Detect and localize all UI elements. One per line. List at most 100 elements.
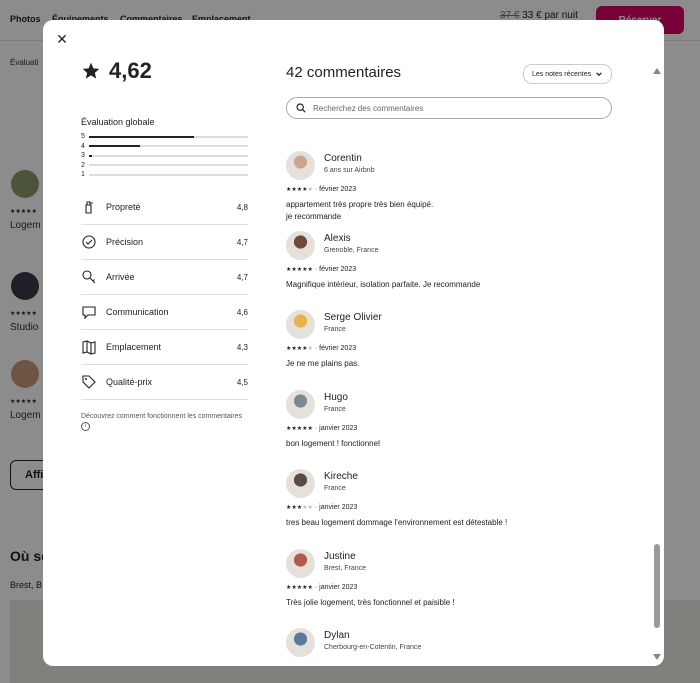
- rating-bar-label: 1: [81, 171, 85, 179]
- review-text: Très jolie logement, très fonctionnel et…: [286, 597, 455, 607]
- chevron-down-icon: [596, 72, 603, 77]
- review-text: bon logement ! fonctionnel: [286, 438, 380, 448]
- scroll-down-icon[interactable]: [653, 654, 661, 660]
- reviewer-location: Grenoble, France: [324, 246, 379, 254]
- rating-bar: [89, 173, 248, 176]
- review-text: appartement très propre très bien équipé…: [286, 200, 434, 221]
- map-icon: [81, 339, 97, 355]
- reviewer-name: Kireche: [324, 471, 358, 482]
- reviewer-name: Hugo: [324, 391, 348, 403]
- category-value: 4,7: [236, 237, 248, 247]
- star-icon: [82, 62, 100, 79]
- reviewer-location: Cherbourg-en-Cotentin, France: [324, 644, 422, 651]
- category-value: 4,8: [236, 202, 248, 212]
- review-item: Dylan Cherbourg-en-Cotentin, France: [286, 625, 616, 666]
- review-count: 42 commentaires: [286, 64, 402, 81]
- rating-bar-label: 3: [81, 152, 85, 160]
- sort-label: Les notes récentes: [532, 70, 592, 78]
- reviewer-location: France: [324, 405, 346, 413]
- sort-dropdown[interactable]: Les notes récentes: [523, 64, 613, 84]
- category-rating-row: Propreté 4,8: [81, 190, 248, 225]
- review-list: Corentin 6 ans sur Airbnb ★★★★★ · févrie…: [286, 148, 616, 666]
- spray-bottle-icon: [81, 199, 97, 215]
- avatar[interactable]: [286, 389, 315, 419]
- rating-bar-label: 5: [81, 133, 85, 141]
- rating-distribution: 5 4 3 2 1: [81, 132, 248, 180]
- rating-bar-label: 4: [81, 142, 85, 150]
- search-input[interactable]: [311, 102, 611, 114]
- search-bar[interactable]: [286, 97, 612, 119]
- review-item: Serge Olivier France ★★★★★ · février 202…: [286, 307, 616, 387]
- reviewer-name: Serge Olivier: [324, 312, 382, 323]
- overall-rating: 4,62: [81, 58, 152, 84]
- rating-value: 4,62: [109, 58, 152, 83]
- rating-bar-row: 3: [81, 151, 248, 161]
- reviewer-name: Justine: [324, 550, 356, 562]
- category-label: Emplacement: [106, 342, 162, 352]
- review-stars: ★★★★★: [286, 505, 313, 511]
- close-icon[interactable]: ✕: [54, 31, 70, 47]
- category-label: Précision: [106, 237, 144, 247]
- avatar[interactable]: [286, 230, 315, 260]
- review-date: février 2023: [319, 186, 357, 193]
- rating-bar-row: 4: [81, 142, 248, 152]
- rating-bar-fill: [89, 135, 194, 138]
- review-item: Corentin 6 ans sur Airbnb ★★★★★ · févrie…: [286, 148, 616, 228]
- review-stars: ★★★★★: [286, 584, 313, 591]
- howto-link[interactable]: Découvrez comment fonctionnent les comme…: [81, 412, 251, 432]
- check-circle-icon: [81, 234, 97, 250]
- review-meta: ★★★★★ · janvier 2023: [286, 583, 358, 591]
- review-date: février 2023: [319, 265, 357, 273]
- category-value: 4,6: [236, 307, 248, 317]
- review-meta: ★★★★★ · janvier 2023: [286, 504, 358, 511]
- avatar[interactable]: [286, 548, 315, 578]
- category-value: 4,5: [236, 377, 248, 387]
- reviewer-name: Corentin: [324, 153, 362, 164]
- review-item: Alexis Grenoble, France ★★★★★ · février …: [286, 228, 616, 308]
- category-value: 4,7: [236, 272, 248, 282]
- review-stars: ★★★★★: [286, 187, 313, 193]
- rating-bar-row: 5: [81, 132, 248, 142]
- rating-bar-label: 2: [81, 161, 85, 169]
- review-stars: ★★★★★: [286, 266, 313, 273]
- avatar[interactable]: [286, 310, 315, 339]
- category-label: Communication: [106, 307, 169, 317]
- scrollbar[interactable]: [653, 68, 661, 660]
- review-item: Justine Brest, France ★★★★★ · janvier 20…: [286, 546, 616, 626]
- reviewer-location: 6 ans sur Airbnb: [324, 167, 375, 174]
- review-stars: ★★★★★: [286, 346, 313, 352]
- review-text: Magnifique intérieur, isolation parfaite…: [286, 279, 481, 289]
- category-label: Qualité-prix: [106, 377, 153, 387]
- reviewer-name: Alexis: [324, 232, 351, 244]
- category-rating-row: Qualité-prix 4,5: [81, 365, 248, 400]
- info-icon[interactable]: i: [81, 422, 90, 431]
- rating-bar: [89, 135, 248, 138]
- reviewer-location: France: [324, 326, 346, 333]
- avatar[interactable]: [286, 628, 315, 657]
- scroll-up-icon[interactable]: [653, 68, 661, 74]
- rating-bar: [89, 164, 248, 167]
- review-text: Je ne me plains pas.: [286, 359, 360, 368]
- avatar[interactable]: [286, 151, 315, 180]
- price-tag-icon: [81, 374, 97, 390]
- scrollbar-thumb[interactable]: [654, 544, 660, 628]
- category-label: Propreté: [106, 202, 141, 212]
- review-meta: ★★★★★ · janvier 2023: [286, 424, 358, 432]
- reviewer-location: France: [324, 485, 346, 492]
- category-rating-row: Communication 4,6: [81, 295, 248, 330]
- key-icon: [81, 269, 97, 285]
- rating-bar: [89, 145, 248, 148]
- category-label: Arrivée: [106, 272, 135, 282]
- category-ratings: Propreté 4,8 Précision 4,7 Arrivée 4,7 C…: [81, 190, 248, 400]
- review-item: Hugo France ★★★★★ · janvier 2023 bon log…: [286, 387, 616, 467]
- category-value: 4,3: [236, 342, 248, 352]
- rating-bar-fill: [89, 145, 140, 148]
- category-rating-row: Arrivée 4,7: [81, 260, 248, 295]
- review-item: Kireche France ★★★★★ · janvier 2023 tres…: [286, 466, 616, 546]
- avatar[interactable]: [286, 469, 315, 498]
- review-text: tres beau logement dommage l'environneme…: [286, 518, 508, 527]
- reviewer-name: Dylan: [324, 630, 350, 641]
- rating-bar-row: 2: [81, 161, 248, 171]
- rating-bar: [89, 154, 248, 157]
- rating-bar-row: 1: [81, 170, 248, 180]
